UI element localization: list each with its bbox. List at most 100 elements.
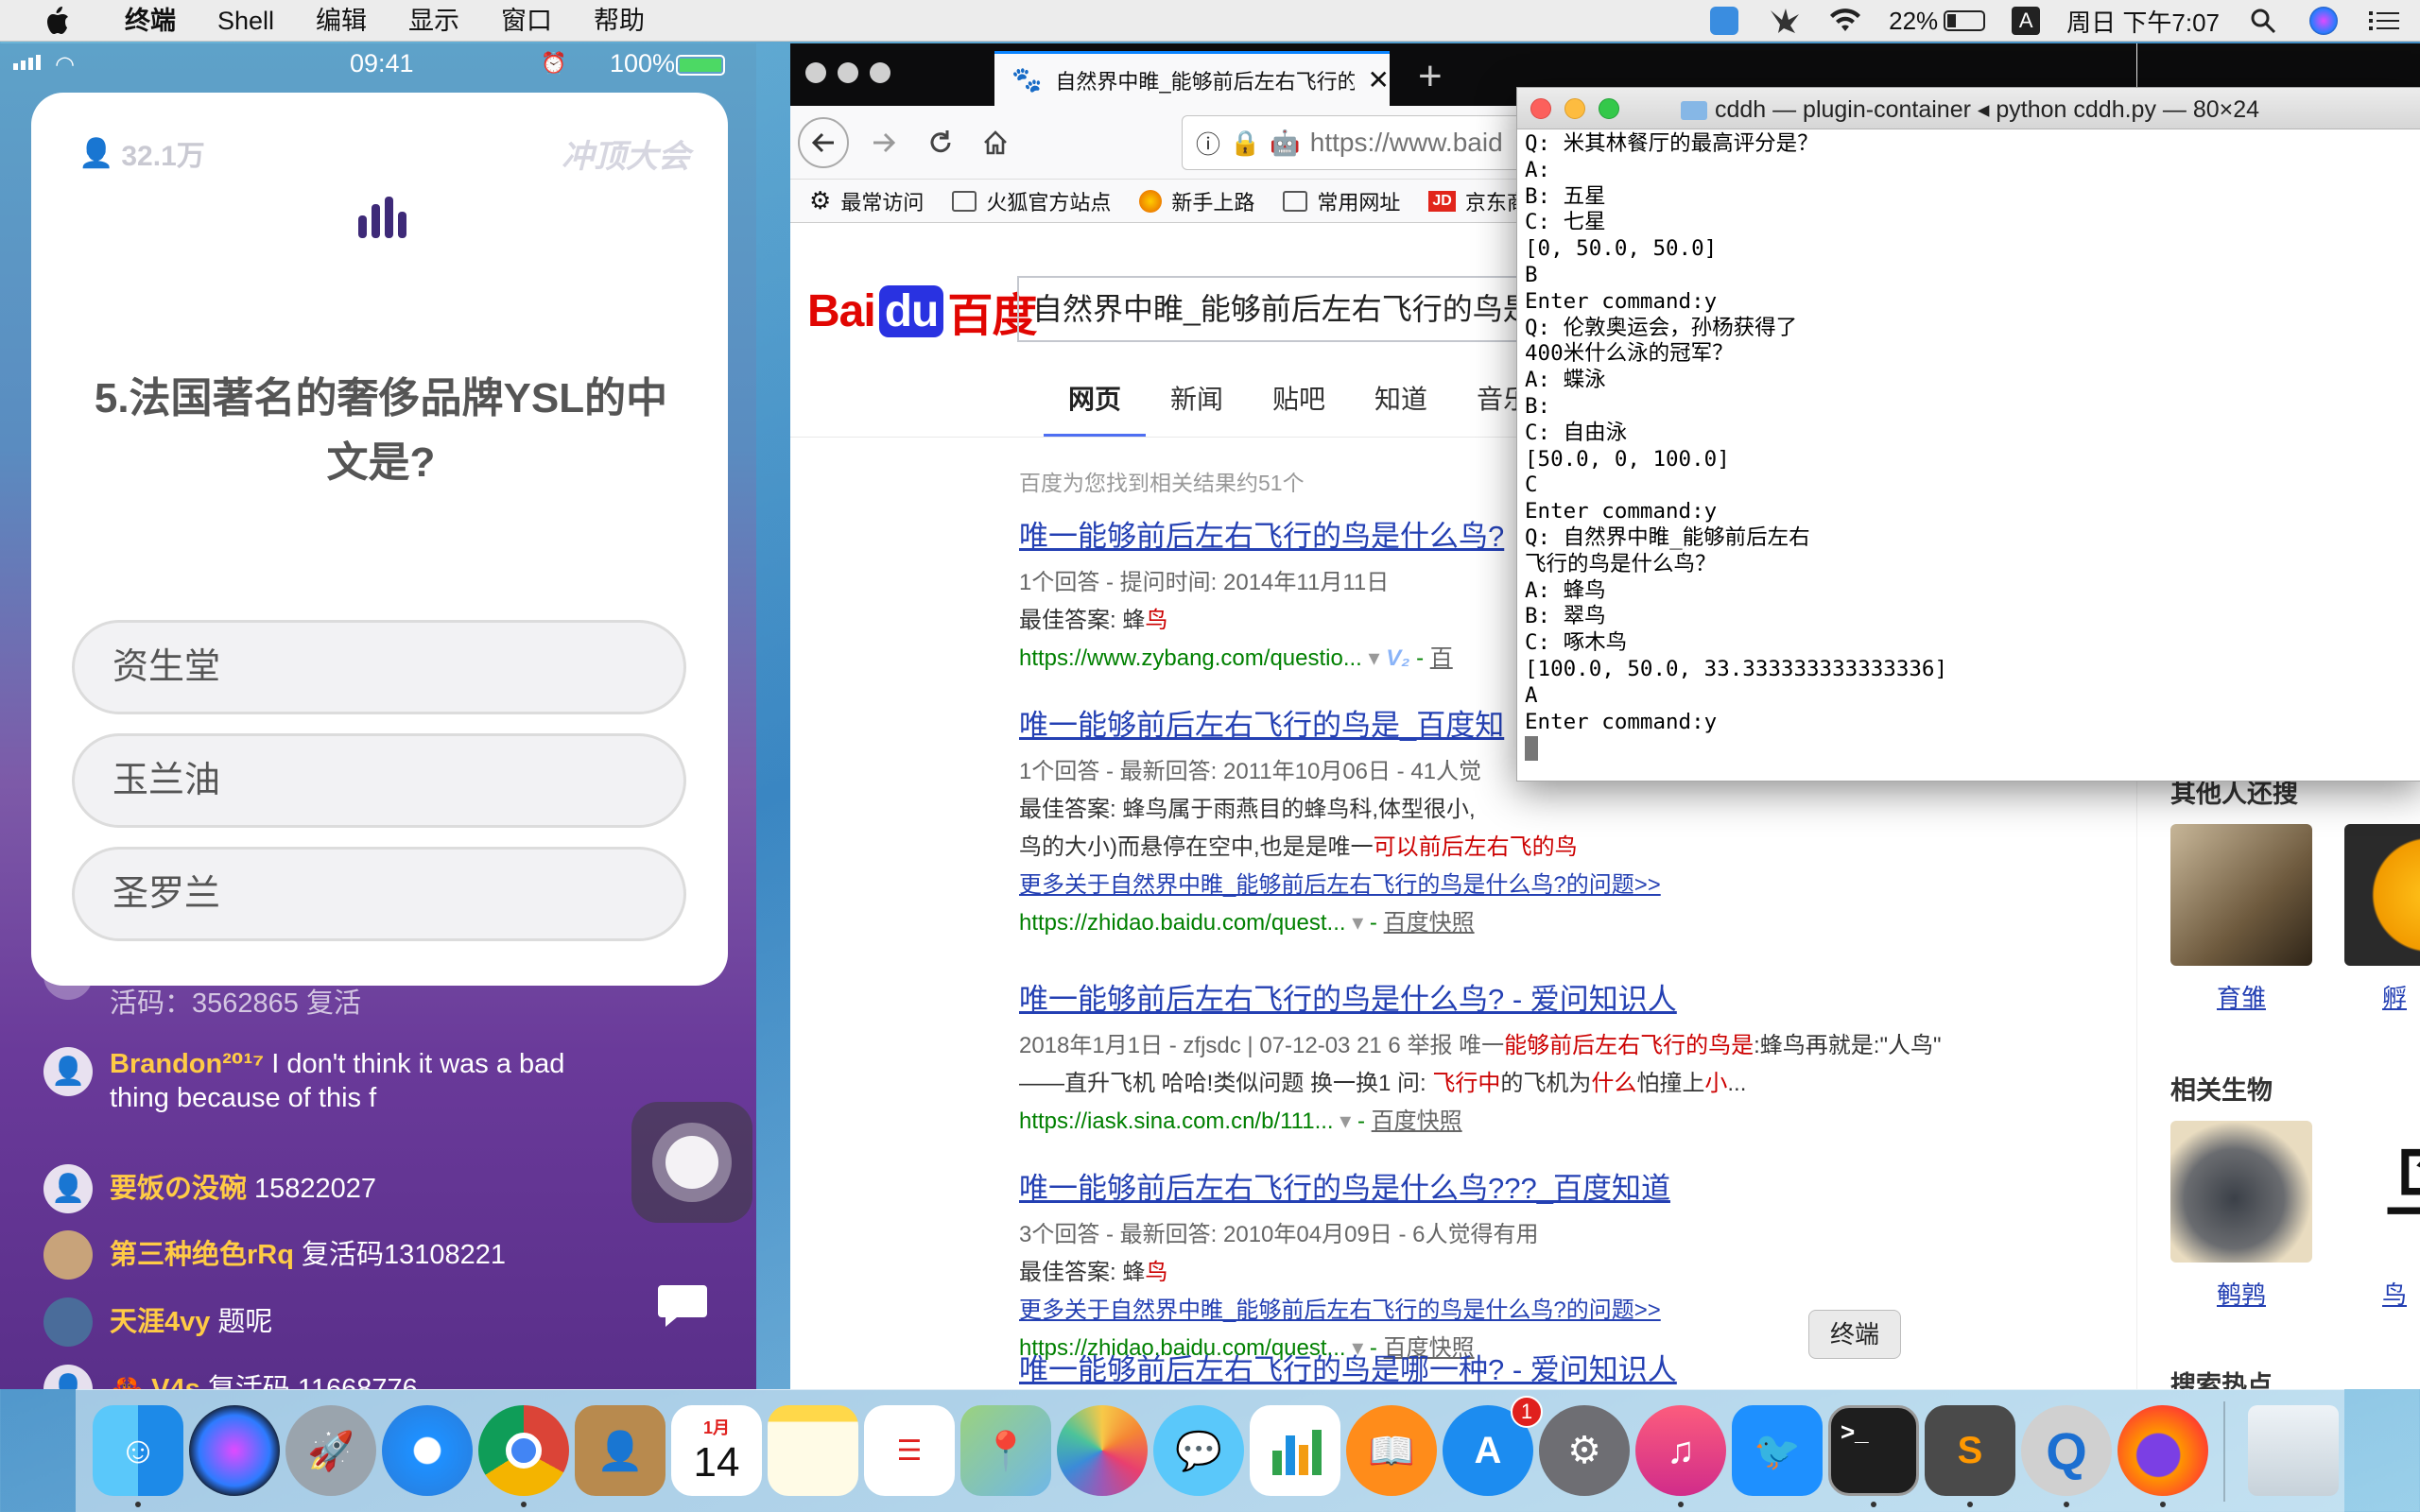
sublime-text-icon[interactable]: S bbox=[1925, 1405, 2015, 1496]
contacts-icon[interactable]: 👤 bbox=[575, 1405, 666, 1496]
menu-edit[interactable]: 编辑 bbox=[295, 0, 388, 42]
terminal-line: [100.0, 50.0, 33.333333333333336] bbox=[1525, 656, 1948, 681]
bird-app-icon[interactable]: 🐦 bbox=[1732, 1405, 1823, 1496]
bookmark-getting-started[interactable]: 新手上路 bbox=[1139, 186, 1254, 216]
related-item-label[interactable]: 鸟 bbox=[2344, 1276, 2420, 1311]
chrome-icon[interactable] bbox=[478, 1405, 569, 1496]
chick-image[interactable] bbox=[2170, 824, 2312, 966]
maps-icon[interactable]: 📍 bbox=[960, 1405, 1051, 1496]
trash-icon[interactable] bbox=[2248, 1405, 2339, 1496]
terminal-window[interactable]: cddh — plugin-container ◂ python cddh.py… bbox=[1516, 87, 2420, 782]
snippet-text: ——直升飞机 哈哈!类似问题 换一换1 问: bbox=[1019, 1071, 1433, 1096]
siri-icon[interactable] bbox=[2307, 4, 2341, 38]
photos-icon[interactable] bbox=[1057, 1405, 1148, 1496]
messages-icon[interactable]: 💬 bbox=[1153, 1405, 1244, 1496]
siri-dock-icon[interactable] bbox=[189, 1405, 280, 1496]
notes-icon[interactable] bbox=[768, 1405, 858, 1496]
hatch-image[interactable] bbox=[2344, 824, 2420, 966]
new-tab-plus-icon[interactable]: + bbox=[1418, 53, 1443, 100]
tab-zhidao[interactable]: 知道 bbox=[1350, 379, 1452, 438]
terminal-dock-icon[interactable]: >_ bbox=[1828, 1405, 1919, 1496]
answer-option-b[interactable]: 玉兰油 bbox=[72, 733, 686, 828]
system-preferences-icon[interactable]: ⚙ bbox=[1539, 1405, 1630, 1496]
menu-shell[interactable]: Shell bbox=[197, 0, 295, 42]
notification-center-icon[interactable] bbox=[2367, 4, 2401, 38]
quail-image[interactable] bbox=[2170, 1121, 2312, 1263]
tab-web[interactable]: 网页 bbox=[1044, 379, 1146, 438]
result-title-link[interactable]: 唯一能够前后左右飞行的鸟是什么鸟???_百度知道 bbox=[1019, 1164, 2021, 1207]
snapshot-link[interactable]: 百度快照 bbox=[1384, 910, 1475, 936]
dropdown-arrow-icon[interactable]: ▾ bbox=[1352, 910, 1363, 936]
bird-character-image[interactable]: 鸟 bbox=[2344, 1121, 2420, 1263]
answer-option-c[interactable]: 圣罗兰 bbox=[72, 847, 686, 941]
chat-bubble-icon[interactable] bbox=[656, 1283, 709, 1329]
numbers-icon[interactable] bbox=[1250, 1405, 1340, 1496]
audio-bars-icon bbox=[358, 197, 406, 238]
bookmark-most-visited[interactable]: ⚙ 最常访问 bbox=[809, 186, 924, 216]
terminal-line: B: bbox=[1525, 393, 1551, 419]
related-item-label[interactable]: 鹌鹑 bbox=[2170, 1276, 2312, 1311]
answer-option-a[interactable]: 资生堂 bbox=[72, 620, 686, 714]
quicktime-icon[interactable] bbox=[1707, 4, 1741, 38]
battery-status[interactable]: 22% bbox=[1889, 7, 1986, 36]
bird-icon[interactable] bbox=[1768, 4, 1802, 38]
dropdown-arrow-icon[interactable]: ▾ bbox=[1340, 1108, 1351, 1134]
result-count: 百度为您找到相关结果约51个 bbox=[1019, 471, 1305, 495]
safari-icon[interactable] bbox=[382, 1405, 473, 1496]
chat-nickname: 第三种绝色rRq bbox=[110, 1240, 294, 1270]
tab-tieba[interactable]: 贴吧 bbox=[1248, 379, 1350, 438]
calendar-icon[interactable]: 1月 14 bbox=[671, 1405, 762, 1496]
music-icon[interactable]: ♫ bbox=[1635, 1405, 1726, 1496]
reminders-icon[interactable]: ☰ bbox=[864, 1405, 955, 1496]
result-title-link[interactable]: 唯一能够前后左右飞行的鸟是什么鸟? - 爱问知识人 bbox=[1019, 975, 2021, 1018]
reload-icon[interactable] bbox=[915, 117, 966, 168]
baidu-logo[interactable]: Bai du 百度 bbox=[807, 278, 1037, 344]
home-icon[interactable] bbox=[970, 117, 1021, 168]
menu-help[interactable]: 帮助 bbox=[573, 0, 666, 42]
window-minimize-button[interactable] bbox=[838, 62, 858, 83]
firefox-dock-icon[interactable] bbox=[2118, 1405, 2208, 1496]
chat-message: 👤 🦀 V4s 复活码 11668776 bbox=[43, 1365, 418, 1389]
phone-wifi-icon: ◠ bbox=[55, 52, 75, 77]
input-method-indicator[interactable]: A bbox=[2012, 7, 2041, 35]
tracking-icon: 🤖 bbox=[1270, 128, 1301, 157]
apple-icon[interactable] bbox=[38, 2, 76, 40]
bookmark-firefox-official[interactable]: 火狐官方站点 bbox=[952, 186, 1111, 216]
info-icon[interactable]: ⓘ bbox=[1196, 126, 1220, 161]
window-zoom-button[interactable] bbox=[870, 62, 890, 83]
menu-view[interactable]: 显示 bbox=[388, 0, 480, 42]
menu-window[interactable]: 窗口 bbox=[480, 0, 573, 42]
bookmark-common-sites[interactable]: 常用网址 bbox=[1283, 186, 1400, 216]
more-questions-link[interactable]: 更多关于自然界中睢_能够前后左右飞行的鸟是什么鸟?的问题>> bbox=[1019, 867, 2021, 904]
result-url[interactable]: https://iask.sina.com.cn/b/111... ▾ - 百度… bbox=[1019, 1103, 2021, 1141]
finder-icon[interactable]: ☺ bbox=[93, 1405, 183, 1496]
others-item-label[interactable]: 孵 bbox=[2344, 979, 2420, 1014]
terminal-titlebar[interactable]: cddh — plugin-container ◂ python cddh.py… bbox=[1517, 88, 2420, 129]
others-item-label[interactable]: 育雏 bbox=[2170, 979, 2312, 1014]
menubar-clock[interactable]: 周日 下午7:07 bbox=[2066, 4, 2220, 39]
wifi-icon[interactable] bbox=[1828, 4, 1862, 38]
snippet-text: 怕撞上 bbox=[1636, 1071, 1705, 1096]
snapshot-link[interactable]: 百度快照 bbox=[1372, 1108, 1462, 1134]
tab-close-icon[interactable]: ✕ bbox=[1368, 64, 1390, 95]
forward-arrow-icon[interactable] bbox=[858, 117, 909, 168]
launchpad-icon[interactable]: 🚀 bbox=[285, 1405, 376, 1496]
books-icon[interactable]: 📖 bbox=[1346, 1405, 1437, 1496]
back-arrow-icon[interactable] bbox=[798, 117, 849, 168]
terminal-output[interactable]: Q: 米其林餐厅的最高评分是？ A: B: 五星 C: 七星 [0, 50.0, 50.… bbox=[1517, 129, 2420, 764]
menu-app-terminal[interactable]: 终端 bbox=[104, 0, 197, 42]
result-url[interactable]: https://zhidao.baidu.com/quest... ▾ - 百度… bbox=[1019, 904, 2021, 942]
search-category-tabs: 网页 新闻 贴吧 知道 音乐 bbox=[1044, 379, 1554, 438]
quicktime-dock-icon[interactable]: Q bbox=[2021, 1405, 2112, 1496]
dropdown-arrow-icon[interactable]: ▾ bbox=[1369, 645, 1380, 671]
dock-tooltip: 终端 bbox=[1808, 1310, 1902, 1359]
snapshot-link[interactable]: 百 bbox=[1430, 645, 1453, 671]
folder-icon bbox=[1680, 101, 1707, 121]
bookmark-jd[interactable]: JD 京东商 bbox=[1428, 186, 1528, 216]
spotlight-search-icon[interactable] bbox=[2246, 4, 2280, 38]
phone-time: 09:41 bbox=[350, 49, 414, 77]
tab-news[interactable]: 新闻 bbox=[1146, 379, 1248, 438]
assistive-touch-button[interactable] bbox=[631, 1102, 752, 1223]
window-close-button[interactable] bbox=[805, 62, 826, 83]
tab-active[interactable]: 🐾 自然界中睢_能够前后左右飞行的鸟 ✕ bbox=[994, 51, 1390, 106]
